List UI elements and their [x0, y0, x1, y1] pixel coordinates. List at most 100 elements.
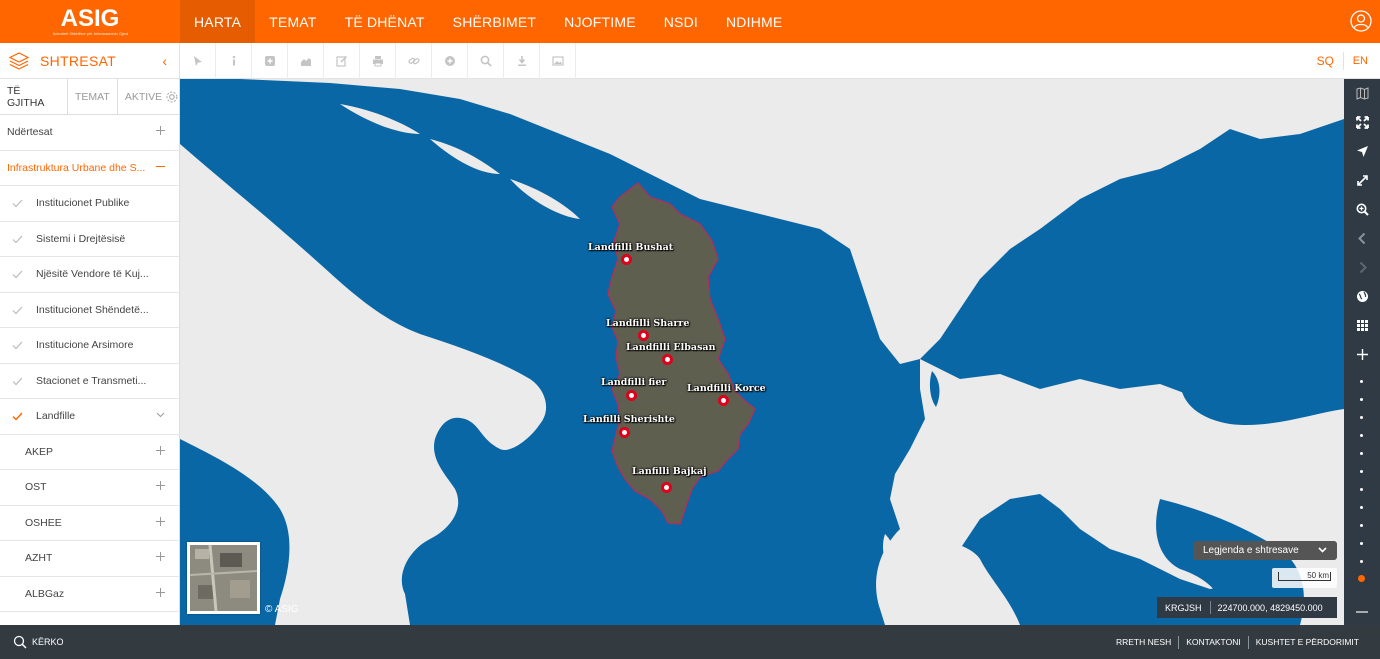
zoom-level-dot[interactable] [1360, 380, 1363, 383]
language-sq-button[interactable]: SQ [1317, 43, 1334, 79]
plus-icon[interactable] [156, 516, 165, 526]
nav-njoftime[interactable]: NJOFTIME [550, 0, 650, 43]
zoom-level-dot[interactable] [1360, 398, 1363, 401]
gear-icon[interactable] [165, 90, 179, 104]
nav-temat[interactable]: TEMAT [255, 0, 330, 43]
plus-icon[interactable] [156, 126, 165, 135]
plus-icon[interactable] [156, 445, 165, 455]
layer-item-stacionet-transmetimit[interactable]: Stacionet e Transmeti... [0, 364, 179, 399]
profile-tool-button[interactable] [288, 42, 324, 79]
zoom-level-dot[interactable] [1360, 542, 1363, 545]
share-link-button[interactable] [396, 42, 432, 79]
grid-button[interactable] [1344, 311, 1380, 340]
fullscreen-icon [1356, 175, 1368, 186]
main-nav: HARTA TEMAT TË DHËNAT SHËRBIMET NJOFTIME… [180, 0, 796, 43]
layer-group-infrastruktura[interactable]: Infrastruktura Urbane dhe S... [0, 151, 179, 186]
tab-temat[interactable]: TEMAT [68, 79, 118, 115]
layer-item-institucionet-shendetesore[interactable]: Institucionet Shëndetë... [0, 293, 179, 328]
crs-label[interactable]: KRGJSH [1157, 601, 1211, 614]
footer-search[interactable]: KËRKO [13, 635, 64, 649]
landfill-marker-korce[interactable] [718, 395, 729, 406]
landfill-marker-bajkaj[interactable] [661, 482, 672, 493]
nav-nsdi[interactable]: NSDI [650, 0, 712, 43]
image-export-button[interactable] [540, 42, 576, 79]
zoom-in-button[interactable] [1344, 340, 1380, 369]
landfill-marker-fier[interactable] [626, 390, 637, 401]
map-canvas[interactable]: Landfilli Bushat Landfilli Sharre Landfi… [180, 79, 1344, 625]
landfill-marker-sherishte[interactable] [619, 427, 630, 438]
user-circle-icon[interactable] [1350, 10, 1372, 32]
basemap-button[interactable] [1344, 79, 1380, 108]
collapse-sidebar-icon[interactable]: ‹ [162, 53, 167, 69]
globe-button[interactable] [1344, 282, 1380, 311]
zoom-level-dot[interactable] [1360, 416, 1363, 419]
select-tool-button[interactable] [180, 42, 216, 79]
zoom-out-button[interactable] [1356, 611, 1368, 613]
layer-item-institucione-arsimore[interactable]: Institucione Arsimore [0, 328, 179, 364]
basemap-switcher-thumbnail[interactable] [187, 542, 260, 614]
edit-tool-button[interactable] [324, 42, 360, 79]
landfill-marker-bushat[interactable] [621, 254, 632, 265]
plus-icon[interactable] [156, 481, 165, 490]
zoom-box-button[interactable] [1344, 195, 1380, 224]
check-icon[interactable] [12, 235, 23, 244]
minus-icon[interactable] [156, 162, 165, 171]
legend-toggle-button[interactable]: Legjenda e shtresave [1193, 541, 1337, 560]
plus-icon[interactable] [156, 552, 165, 561]
layer-group-ost[interactable]: OST [0, 470, 179, 506]
add-layer-button[interactable] [252, 42, 288, 79]
link-rreth-nesh[interactable]: RRETH NESH [1109, 636, 1178, 649]
chevron-down-icon[interactable] [156, 410, 165, 419]
layer-group-azht[interactable]: AZHT [0, 541, 179, 577]
nav-te-dhenat[interactable]: TË DHËNAT [331, 0, 439, 43]
landfill-marker-sharre[interactable] [638, 330, 649, 341]
check-icon[interactable] [12, 412, 23, 421]
locate-button[interactable] [1344, 137, 1380, 166]
check-icon[interactable] [12, 306, 23, 315]
full-extent-button[interactable] [1344, 108, 1380, 137]
layers-header: SHTRESAT ‹ [0, 42, 180, 79]
zoom-level-dot[interactable] [1360, 560, 1363, 563]
zoom-level-dot[interactable] [1360, 488, 1363, 491]
layer-group-albgaz[interactable]: ALBGaz [0, 577, 179, 612]
check-icon[interactable] [12, 199, 23, 208]
plus-icon[interactable] [156, 587, 165, 597]
landfill-marker-elbasan[interactable] [662, 354, 673, 365]
asig-logo[interactable]: ASIG Autoriteti Shtetëror për Informacio… [0, 0, 180, 43]
zoom-level-current[interactable] [1358, 575, 1365, 582]
layer-item-sistemi-drejtesise[interactable]: Sistemi i Drejtësisë [0, 222, 179, 257]
add-data-button[interactable] [432, 42, 468, 79]
zoom-level-dot[interactable] [1360, 452, 1363, 455]
info-tool-button[interactable] [216, 42, 252, 79]
fullscreen-button[interactable] [1344, 166, 1380, 195]
chevron-down-icon [1318, 547, 1327, 553]
search-tool-button[interactable] [468, 42, 504, 79]
nav-ndihme[interactable]: NDIHME [712, 0, 796, 43]
language-en-button[interactable]: EN [1353, 43, 1368, 79]
layer-item-njesite-vendore[interactable]: Njësitë Vendore të Kuj... [0, 257, 179, 293]
tab-te-gjitha[interactable]: TË GJITHA [0, 79, 68, 115]
check-icon[interactable] [12, 377, 23, 386]
download-button[interactable] [504, 42, 540, 79]
navigation-arrow-icon [1356, 146, 1368, 157]
check-icon[interactable] [12, 341, 23, 350]
layer-item-landfille[interactable]: Landfille [0, 399, 179, 435]
nav-harta[interactable]: HARTA [180, 0, 256, 43]
print-button[interactable] [360, 42, 396, 79]
link-kushtet[interactable]: KUSHTET E PËRDORIMIT [1247, 635, 1366, 649]
layer-item-institucionet-publike[interactable]: Institucionet Publike [0, 186, 179, 222]
link-kontaktoni[interactable]: KONTAKTONI [1178, 635, 1247, 649]
zoom-level-dot[interactable] [1360, 470, 1363, 473]
tab-aktive[interactable]: AKTIVE [118, 79, 169, 115]
zoom-level-dot[interactable] [1360, 524, 1363, 527]
island-1 [340, 104, 420, 134]
previous-extent-button[interactable] [1344, 224, 1380, 253]
layer-group-oshee[interactable]: OSHEE [0, 506, 179, 541]
nav-sherbimet[interactable]: SHËRBIMET [439, 0, 550, 43]
zoom-level-dot[interactable] [1360, 434, 1363, 437]
zoom-level-dot[interactable] [1360, 506, 1363, 509]
next-extent-button[interactable] [1344, 253, 1380, 282]
check-icon[interactable] [12, 270, 23, 279]
layer-group-akep[interactable]: AKEP [0, 435, 179, 470]
layer-group-ndertesat[interactable]: Ndërtesat [0, 115, 179, 151]
